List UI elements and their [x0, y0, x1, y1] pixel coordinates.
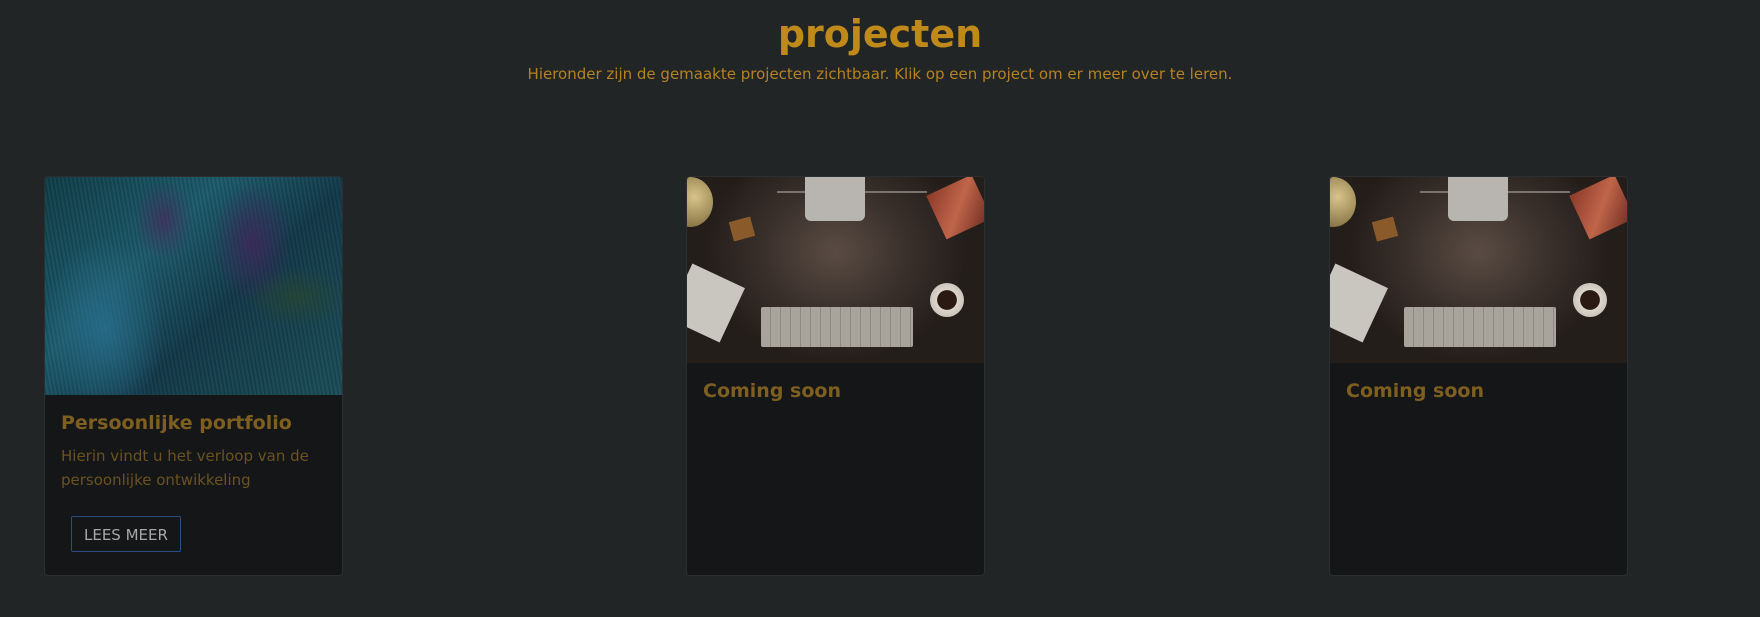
project-card-coming-soon[interactable]: Coming soon — [1329, 176, 1628, 576]
page-subtitle: Hieronder zijn de gemaakte projecten zic… — [527, 65, 1233, 83]
keyboard-shape — [761, 307, 913, 347]
lamp-shape — [687, 177, 713, 227]
project-card-portfolio[interactable]: Persoonlijke portfolio Hierin vindt u he… — [44, 176, 343, 576]
lees-meer-button[interactable]: LEES MEER — [71, 516, 181, 552]
keyboard-shape — [1404, 307, 1556, 347]
paper-shape — [1330, 263, 1388, 343]
monitor-shape — [1448, 177, 1508, 221]
coffee-cup-shape — [1573, 283, 1607, 317]
page-title: projecten — [777, 12, 983, 56]
card-body: Persoonlijke portfolio Hierin vindt u he… — [45, 395, 342, 552]
monitor-shape — [805, 177, 865, 221]
phone-shape — [728, 216, 756, 242]
lamp-shape — [1330, 177, 1356, 227]
project-image-desk — [687, 177, 984, 363]
camera-shape — [1569, 177, 1627, 240]
card-title: Persoonlijke portfolio — [61, 412, 292, 434]
coffee-cup-shape — [930, 283, 964, 317]
card-title: Coming soon — [1346, 380, 1484, 402]
project-image-desk — [1330, 177, 1627, 363]
paper-shape — [687, 263, 745, 343]
card-body: Coming soon — [687, 363, 984, 404]
project-image-abstract-painting — [45, 177, 342, 395]
card-title: Coming soon — [703, 380, 841, 402]
phone-shape — [1371, 216, 1399, 242]
camera-shape — [926, 177, 984, 240]
card-body: Coming soon — [1330, 363, 1627, 404]
project-card-coming-soon[interactable]: Coming soon — [686, 176, 985, 576]
card-description: Hierin vindt u het verloop van de persoo… — [61, 447, 309, 489]
page-header: projecten Hieronder zijn de gemaakte pro… — [0, 8, 1760, 84]
projects-page: projecten Hieronder zijn de gemaakte pro… — [0, 0, 1760, 617]
